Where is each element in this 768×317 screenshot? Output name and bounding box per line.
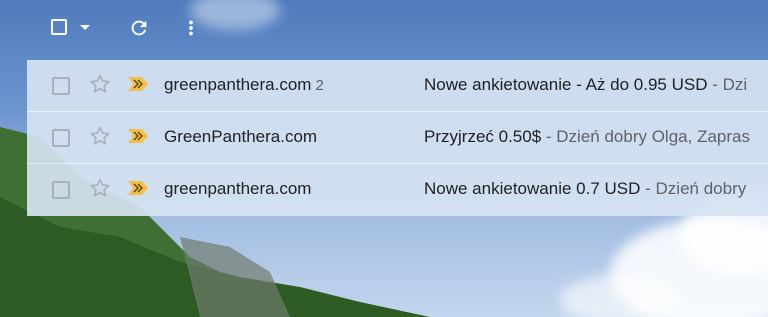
email-row[interactable]: GreenPanthera.com Przyjrzeć 0.50$ - Dzie… [27,112,768,164]
email-snippet: - Dzi [707,75,748,94]
row-checkbox[interactable] [52,181,70,199]
email-subject: Nowe ankietowanie 0.7 USD [424,179,641,198]
row-checkbox[interactable] [52,129,70,147]
email-preview: Przyjrzeć 0.50$ - Dzień dobry Olga, Zapr… [424,127,768,147]
email-sender: GreenPanthera.com [164,127,318,146]
important-marker-icon[interactable] [128,129,148,143]
email-sender: greenpanthera.com [164,179,312,198]
star-icon[interactable] [88,72,112,96]
star-icon[interactable] [88,124,112,148]
email-subject: Przyjrzeć 0.50$ [424,127,542,146]
select-all-checkbox[interactable] [51,19,67,35]
email-row[interactable]: greenpanthera.com Nowe ankietowanie 0.7 … [27,164,768,216]
important-marker-icon[interactable] [128,181,148,195]
email-snippet: - Dzień dobry [640,179,747,198]
refresh-icon[interactable] [128,17,150,39]
row-checkbox[interactable] [52,77,70,95]
email-sender: greenpanthera.com 2 [164,75,324,94]
email-subject: Nowe ankietowanie - Aż do 0.95 USD [424,75,708,94]
more-vert-icon[interactable] [180,17,202,39]
email-row[interactable]: greenpanthera.com 2 Nowe ankietowanie - A… [27,60,768,112]
email-list: greenpanthera.com 2 Nowe ankietowanie - A… [27,60,768,216]
select-options-caret-icon[interactable] [80,25,90,30]
email-preview: Nowe ankietowanie 0.7 USD - Dzień dobry [424,179,768,199]
email-snippet: - Dzień dobry Olga, Zapras [541,127,750,146]
important-marker-icon[interactable] [128,77,148,91]
toolbar [0,0,768,58]
thread-count: 2 [315,77,324,94]
email-preview: Nowe ankietowanie - Aż do 0.95 USD - Dzi [424,75,768,95]
star-icon[interactable] [88,176,112,200]
